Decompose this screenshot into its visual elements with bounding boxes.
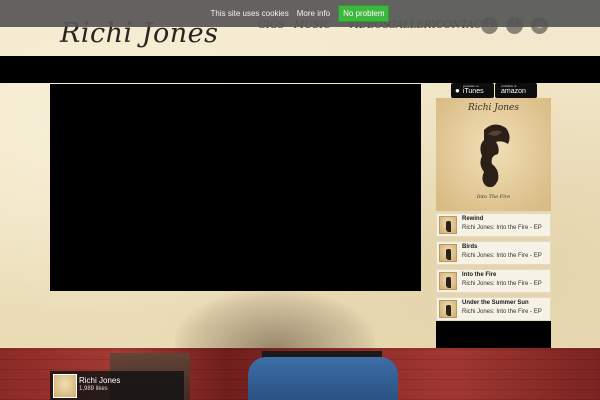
itunes-button[interactable]: ● Available on iTunes [451, 83, 494, 98]
apple-icon: ● [455, 86, 460, 95]
avatar [53, 374, 77, 398]
facebook-page-widget[interactable]: Richi Jones 1,989 likes [50, 371, 184, 400]
track-title: Birds [462, 244, 478, 250]
track-thumbnail [439, 216, 457, 234]
itunes-label: iTunes [462, 88, 484, 95]
track-subtitle: Richi Jones: Into the Fire - EP [462, 225, 542, 231]
hero-person-jeans [248, 357, 398, 400]
track-thumbnail [439, 244, 457, 262]
black-band [0, 56, 600, 83]
amazon-label: amazon [501, 88, 526, 95]
album-title: Into The Fire [476, 194, 511, 200]
track-subtitle: Richi Jones: Into the Fire - EP [462, 281, 542, 287]
track-item[interactable]: Birds Richi Jones: Into the Fire - EP [436, 241, 551, 265]
cookie-more-info-link[interactable]: More info [297, 9, 330, 18]
amazon-button[interactable]: Available at amazon [495, 83, 537, 98]
track-thumbnail [439, 272, 457, 290]
album-artist: Richi Jones [468, 103, 519, 113]
cookie-accept-button[interactable]: No problem [338, 5, 390, 22]
facebook-likes-count: 1,989 likes [79, 386, 108, 392]
track-title: Into the Fire [462, 272, 497, 278]
hero-hair-shadow [175, 291, 375, 349]
track-item[interactable]: Into the Fire Richi Jones: Into the Fire… [436, 269, 551, 293]
track-item[interactable]: Rewind Richi Jones: Into the Fire - EP [436, 213, 551, 237]
cookie-text: This site uses cookies [210, 9, 289, 18]
track-title: Rewind [462, 216, 484, 222]
cookie-banner: This site uses cookies More info No prob… [0, 0, 600, 27]
album-cover[interactable]: Richi Jones Into The Fire [436, 98, 551, 211]
album-portrait-art [480, 124, 510, 188]
facebook-page-name[interactable]: Richi Jones [79, 376, 120, 385]
track-subtitle: Richi Jones: Into the Fire - EP [462, 253, 542, 259]
video-player[interactable] [50, 84, 421, 291]
